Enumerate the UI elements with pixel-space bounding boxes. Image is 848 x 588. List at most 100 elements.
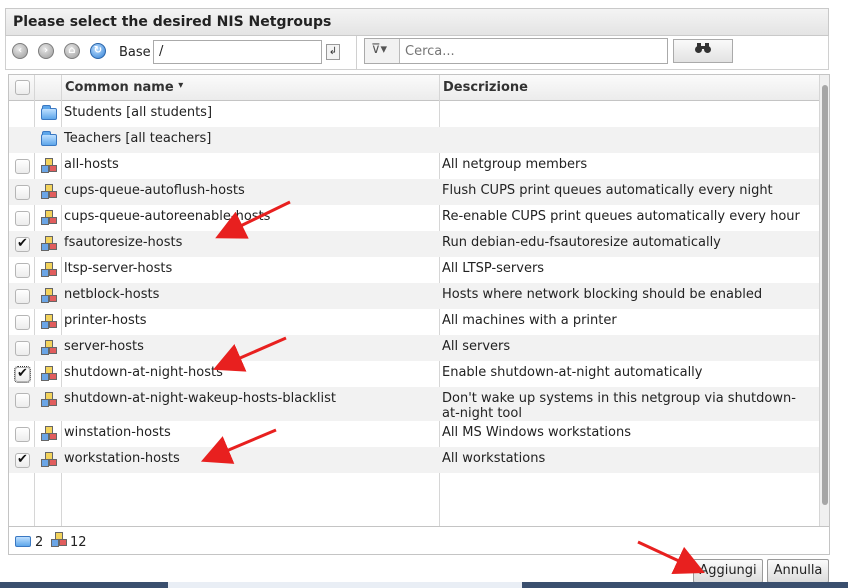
table-row[interactable]: ✔ workstation-hosts All workstations — [9, 447, 819, 473]
row-description: All workstations — [442, 451, 546, 466]
row-description: All MS Windows workstations — [442, 425, 631, 440]
row-common-name[interactable]: printer-hosts — [64, 313, 147, 328]
taskbar-item[interactable] — [168, 582, 522, 588]
row-description: All servers — [442, 339, 511, 354]
scrollbar-thumb[interactable] — [822, 85, 828, 505]
row-checkbox[interactable] — [15, 159, 30, 174]
column-description[interactable]: Descrizione — [443, 80, 528, 95]
netgroup-count: 12 — [70, 535, 87, 550]
row-common-name[interactable]: cups-queue-autoflush-hosts — [64, 183, 245, 198]
table-row[interactable]: all-hosts All netgroup members — [9, 153, 819, 179]
row-checkbox[interactable] — [15, 263, 30, 278]
row-checkbox[interactable] — [15, 341, 30, 356]
base-go-icon[interactable]: ↲ — [326, 44, 340, 60]
row-common-name[interactable]: cups-queue-autoreenable-hosts — [64, 209, 270, 224]
table-scrollbar[interactable] — [819, 75, 829, 526]
filter-box: ⊽▾ — [364, 38, 668, 64]
table-row[interactable]: server-hosts All servers — [9, 335, 819, 361]
row-description: Enable shutdown-at-night automatically — [442, 365, 703, 380]
netgroup-table: Common name ▾ Descrizione Students [all … — [8, 74, 830, 527]
folder-icon — [41, 105, 57, 120]
row-checkbox[interactable]: ✔ — [15, 237, 30, 252]
row-description: Hosts where network blocking should be e… — [442, 287, 763, 302]
toolbar-divider — [356, 36, 357, 69]
sort-indicator-icon: ▾ — [178, 80, 184, 91]
row-common-name[interactable]: server-hosts — [64, 339, 144, 354]
row-description: All machines with a printer — [442, 313, 617, 328]
row-common-name[interactable]: all-hosts — [64, 157, 119, 172]
netgroup-icon — [40, 365, 58, 383]
dialog-titlebar: Please select the desired NIS Netgroups — [5, 8, 829, 36]
row-common-name[interactable]: Teachers [all teachers] — [64, 131, 211, 146]
netgroup-icon — [40, 183, 58, 201]
row-common-name[interactable]: ltsp-server-hosts — [64, 261, 172, 276]
netgroup-icon — [40, 235, 58, 253]
row-description: Run debian-edu-fsautoresize automaticall… — [442, 235, 721, 250]
row-description: Flush CUPS print queues automatically ev… — [442, 183, 773, 198]
table-row[interactable]: ✔ shutdown-at-night-hosts Enable shutdown-… — [9, 361, 819, 387]
row-common-name[interactable]: shutdown-at-night-wakeup-hosts-blacklist — [64, 391, 336, 406]
table-row[interactable]: Students [all students] — [9, 101, 819, 127]
netgroup-icon — [40, 313, 58, 331]
base-input[interactable]: / — [153, 40, 322, 64]
row-common-name[interactable]: netblock-hosts — [64, 287, 159, 302]
table-row[interactable]: Teachers [all teachers] — [9, 127, 819, 153]
table-header: Common name ▾ Descrizione — [9, 75, 829, 101]
table-row[interactable]: netblock-hosts Hosts where network blocki… — [9, 283, 819, 309]
folder-icon — [41, 131, 57, 146]
row-description: Re-enable CUPS print queues automaticall… — [442, 209, 800, 224]
add-button[interactable]: Aggiungi — [693, 559, 763, 583]
dialog-title: Please select the desired NIS Netgroups — [13, 14, 332, 30]
search-input[interactable] — [401, 39, 665, 63]
binoculars-icon — [695, 43, 711, 53]
base-label: Base — [119, 45, 151, 60]
search-button[interactable] — [673, 39, 733, 63]
row-common-name[interactable]: fsautoresize-hosts — [64, 235, 182, 250]
netgroup-icon — [40, 339, 58, 357]
row-common-name[interactable]: workstation-hosts — [64, 451, 180, 466]
row-common-name[interactable]: shutdown-at-night-hosts — [64, 365, 223, 380]
toolbar: ‹ › ⌂ ↻ Base / ↲ ⊽▾ — [5, 36, 829, 70]
table-row[interactable]: printer-hosts All machines with a printer — [9, 309, 819, 335]
reload-icon[interactable]: ↻ — [90, 43, 106, 59]
column-common-name-label: Common name — [65, 80, 174, 95]
row-description: All LTSP-servers — [442, 261, 545, 276]
row-checkbox[interactable] — [15, 315, 30, 330]
filter-icon[interactable]: ⊽▾ — [365, 39, 400, 63]
back-icon[interactable]: ‹ — [12, 43, 28, 59]
select-all-checkbox[interactable] — [15, 80, 30, 95]
folder-icon — [15, 536, 31, 547]
row-common-name[interactable]: winstation-hosts — [64, 425, 171, 440]
cancel-button[interactable]: Annulla — [767, 559, 829, 583]
table-row[interactable]: cups-queue-autoreenable-hosts Re-enable C… — [9, 205, 819, 231]
netgroup-icon — [40, 391, 58, 409]
netgroup-icon — [40, 157, 58, 175]
table-row[interactable]: ✔ fsautoresize-hosts Run debian-edu-fsauto… — [9, 231, 819, 257]
netgroup-icon — [40, 425, 58, 443]
netgroup-icon — [50, 531, 68, 549]
table-row[interactable]: shutdown-at-night-wakeup-hosts-blacklist… — [9, 387, 819, 421]
row-description: Don't wake up systems in this netgroup v… — [442, 391, 796, 421]
table-footer: 2 12 — [8, 527, 830, 555]
netgroup-icon — [40, 209, 58, 227]
netgroup-icon — [40, 451, 58, 469]
row-checkbox[interactable] — [15, 393, 30, 408]
table-row[interactable]: ltsp-server-hosts All LTSP-servers — [9, 257, 819, 283]
row-checkbox[interactable] — [15, 427, 30, 442]
column-common-name[interactable]: Common name ▾ — [65, 80, 183, 95]
row-common-name[interactable]: Students [all students] — [64, 105, 212, 120]
table-row[interactable]: winstation-hosts All MS Windows workstati… — [9, 421, 819, 447]
row-checkbox[interactable]: ✔ — [15, 453, 30, 468]
home-icon[interactable]: ⌂ — [64, 43, 80, 59]
row-checkbox[interactable]: ✔ — [14, 366, 31, 383]
table-row[interactable]: cups-queue-autoflush-hosts Flush CUPS pri… — [9, 179, 819, 205]
desktop-taskbar — [0, 582, 848, 588]
folder-count: 2 — [35, 535, 44, 550]
row-checkbox[interactable] — [15, 185, 30, 200]
row-checkbox[interactable] — [15, 211, 30, 226]
row-description: All netgroup members — [442, 157, 588, 172]
netgroup-dialog: Please select the desired NIS Netgroups … — [4, 7, 830, 585]
netgroup-icon — [40, 261, 58, 279]
row-checkbox[interactable] — [15, 289, 30, 304]
forward-icon[interactable]: › — [38, 43, 54, 59]
